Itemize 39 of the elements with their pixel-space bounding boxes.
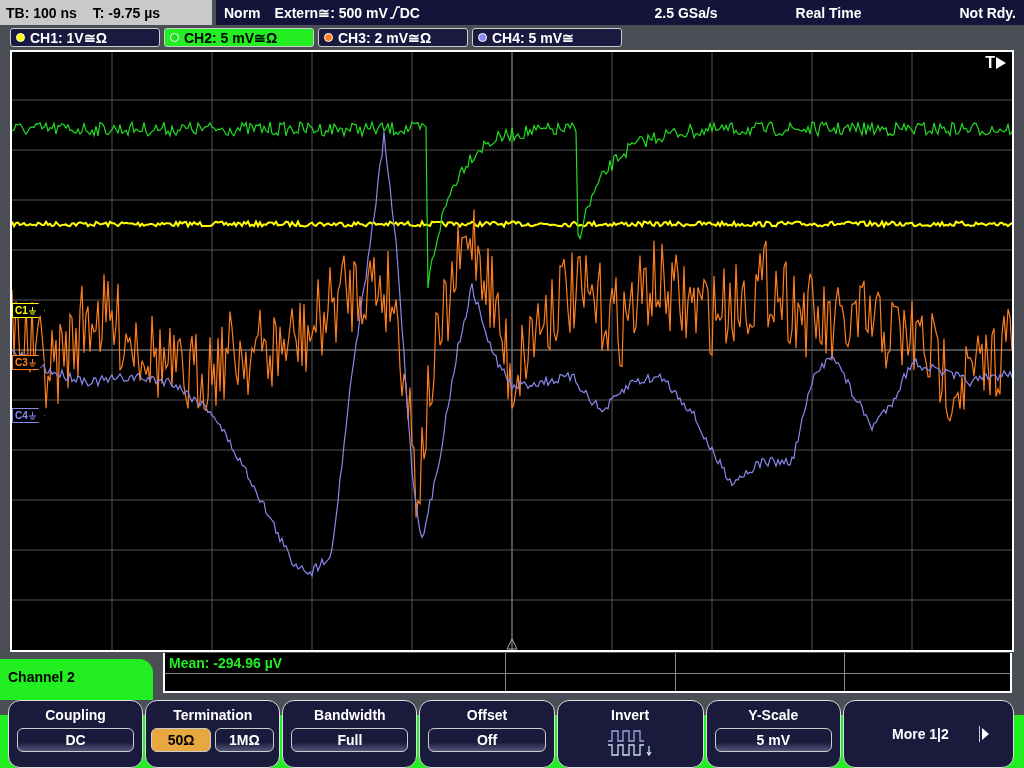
acquisition-mode: Real Time — [795, 4, 862, 21]
channel-tab[interactable]: CH1: 1V≅Ω — [10, 28, 160, 47]
softkey-label: Y-Scale — [748, 707, 799, 723]
more-button[interactable]: More 1|2 — [842, 700, 1014, 768]
trigger-mode: Norm — [224, 4, 261, 21]
rising-edge-icon — [389, 6, 400, 19]
menu-title: Channel 2 — [0, 659, 153, 700]
channel-marker[interactable]: C4 — [12, 408, 45, 423]
trigger-time: T: -9.75 µs — [92, 4, 161, 21]
softkey-value[interactable]: Off — [428, 728, 546, 752]
option-button[interactable]: 1MΩ — [214, 728, 274, 752]
timebase: TB: 100 ns — [6, 4, 77, 21]
channel-tab[interactable]: CH3: 2 mV≅Ω — [318, 28, 468, 47]
sample-rate: 2.5 GSa/s — [654, 4, 718, 21]
channel-marker[interactable]: C3 — [12, 355, 45, 370]
channel-marker[interactable]: C1 — [12, 303, 45, 318]
play-arrow-icon — [996, 57, 1006, 69]
softkey-label: Coupling — [45, 707, 106, 723]
ground-icon — [28, 306, 36, 315]
softkey-value[interactable]: 5 mV — [714, 728, 832, 752]
channel-tab[interactable]: CH2: 5 mV≅Ω — [164, 28, 314, 47]
measurement-reading: Mean: -294.96 µV — [168, 654, 284, 673]
softkey-label: Termination — [173, 707, 253, 723]
softkey[interactable]: Invert — [556, 700, 704, 768]
trigger-coupling: DC — [399, 4, 420, 21]
ground-icon — [28, 411, 36, 420]
softkey-value[interactable]: Full — [291, 728, 409, 752]
invert-waveform-icon — [607, 728, 654, 758]
channel-tab[interactable]: CH4: 5 mV≅ — [472, 28, 622, 47]
next-icon — [978, 726, 989, 742]
softkey-label: Offset — [466, 707, 508, 723]
trigger-marker: T — [985, 54, 995, 72]
trigger-position-icon — [506, 638, 518, 650]
trigger-source: Extern≅: 500 mV — [274, 4, 388, 21]
acquisition-state: Not Rdy. — [959, 4, 1016, 21]
softkey-label: Bandwidth — [314, 707, 386, 723]
option-button[interactable]: 50Ω — [151, 728, 211, 752]
softkey-value[interactable]: DC — [17, 728, 135, 752]
ground-icon — [28, 358, 36, 367]
